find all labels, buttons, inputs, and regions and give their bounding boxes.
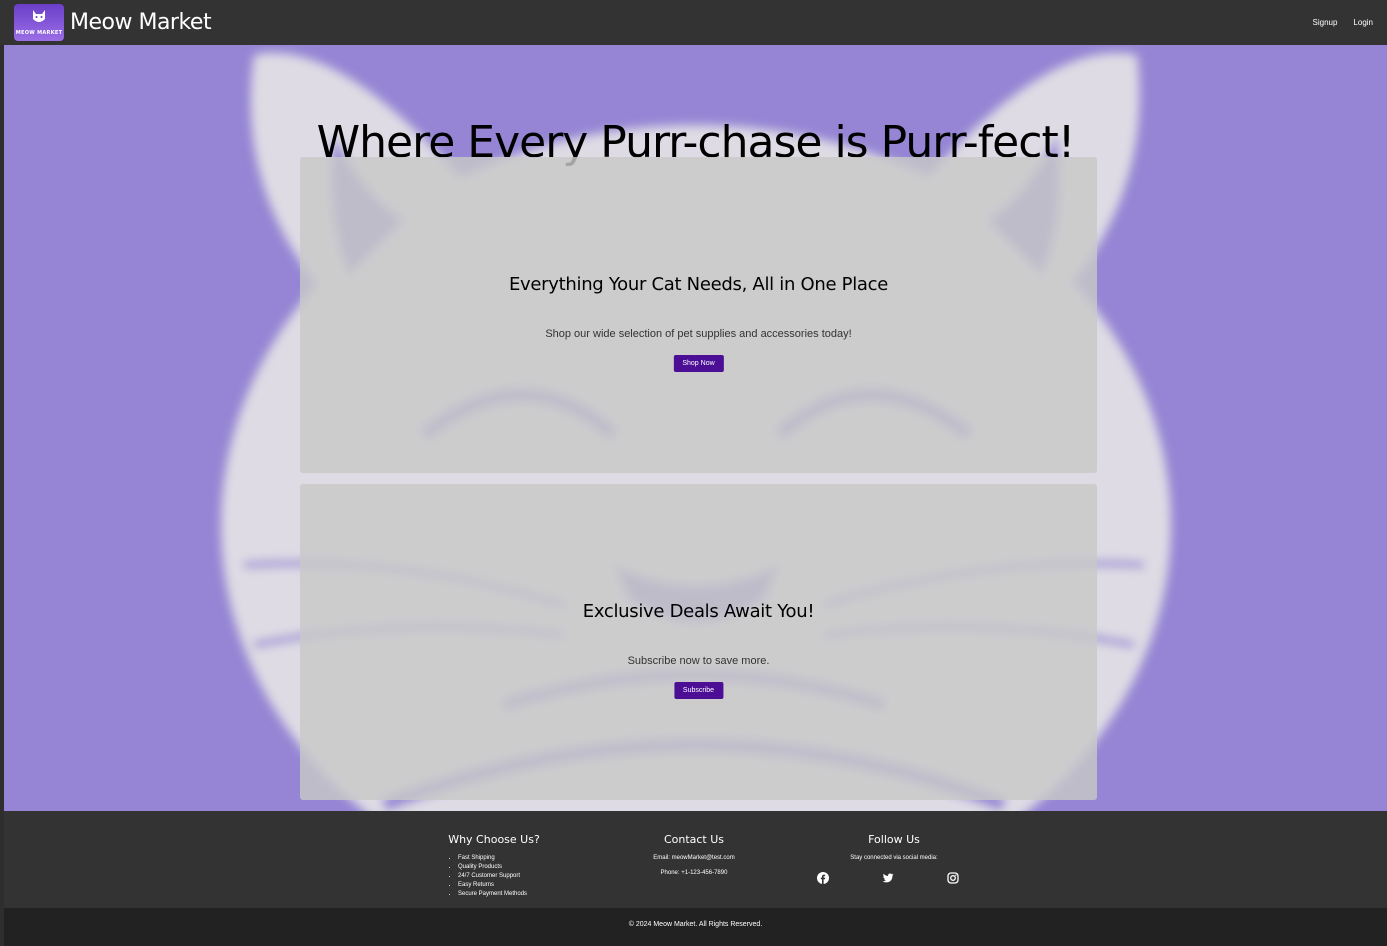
hero-section: Where Every Purr-chase is Purr-fect! Eve…: [4, 45, 1387, 811]
promo-card-subscribe: Exclusive Deals Await You! Subscribe now…: [300, 484, 1097, 800]
list-item: Secure Payment Methods: [458, 890, 544, 899]
brand-name[interactable]: Meow Market: [70, 10, 212, 35]
navbar: MEOW MARKET Meow Market Signup Login: [0, 0, 1387, 45]
footer-follow-us: Follow Us Stay connected via social medi…: [844, 833, 944, 861]
facebook-icon[interactable]: [817, 872, 829, 884]
login-link[interactable]: Login: [1353, 18, 1373, 27]
nav-links: Signup Login: [1313, 18, 1374, 27]
copyright-bar: © 2024 Meow Market. All Rights Reserved.: [4, 908, 1387, 946]
page: MEOW MARKET Meow Market Signup Login Whe…: [0, 0, 1387, 946]
shop-now-button[interactable]: Shop Now: [673, 355, 724, 372]
card-title: Exclusive Deals Await You!: [582, 601, 815, 622]
instagram-icon[interactable]: [947, 872, 959, 884]
footer-why-choose-us: Why Choose Us? Fast Shipping Quality Pro…: [444, 833, 544, 899]
contact-phone: Phone: +1-123-456-7890: [660, 870, 728, 876]
contact-email[interactable]: Email: meowMarket@test.com: [644, 855, 744, 861]
footer-heading: Follow Us: [868, 833, 920, 846]
subscribe-button[interactable]: Subscribe: [673, 682, 724, 699]
list-item: Fast Shipping: [458, 854, 544, 863]
list-item: Easy Returns: [458, 881, 544, 890]
cat-logo-icon: [33, 10, 45, 22]
signup-link[interactable]: Signup: [1313, 18, 1338, 27]
follow-text: Stay connected via social media:: [850, 855, 938, 861]
copyright-text: © 2024 Meow Market. All Rights Reserved.: [628, 921, 763, 928]
logo[interactable]: MEOW MARKET: [14, 4, 64, 41]
footer-heading: Contact Us: [663, 833, 725, 846]
card-title: Everything Your Cat Needs, All in One Pl…: [508, 274, 889, 295]
logo-text: MEOW MARKET: [15, 30, 63, 36]
list-item: 24/7 Customer Support: [458, 872, 544, 881]
footer-heading: Why Choose Us?: [448, 833, 540, 846]
list-item: Quality Products: [458, 863, 544, 872]
footer: Why Choose Us? Fast Shipping Quality Pro…: [4, 811, 1387, 908]
promo-card-shop: Everything Your Cat Needs, All in One Pl…: [300, 157, 1097, 473]
benefits-list: Fast Shipping Quality Products 24/7 Cust…: [444, 854, 544, 899]
card-text: Shop our wide selection of pet supplies …: [545, 328, 852, 340]
twitter-icon[interactable]: [882, 872, 894, 884]
footer-contact: Contact Us Email: meowMarket@test.com Ph…: [644, 833, 744, 876]
card-text: Subscribe now to save more.: [627, 655, 770, 667]
